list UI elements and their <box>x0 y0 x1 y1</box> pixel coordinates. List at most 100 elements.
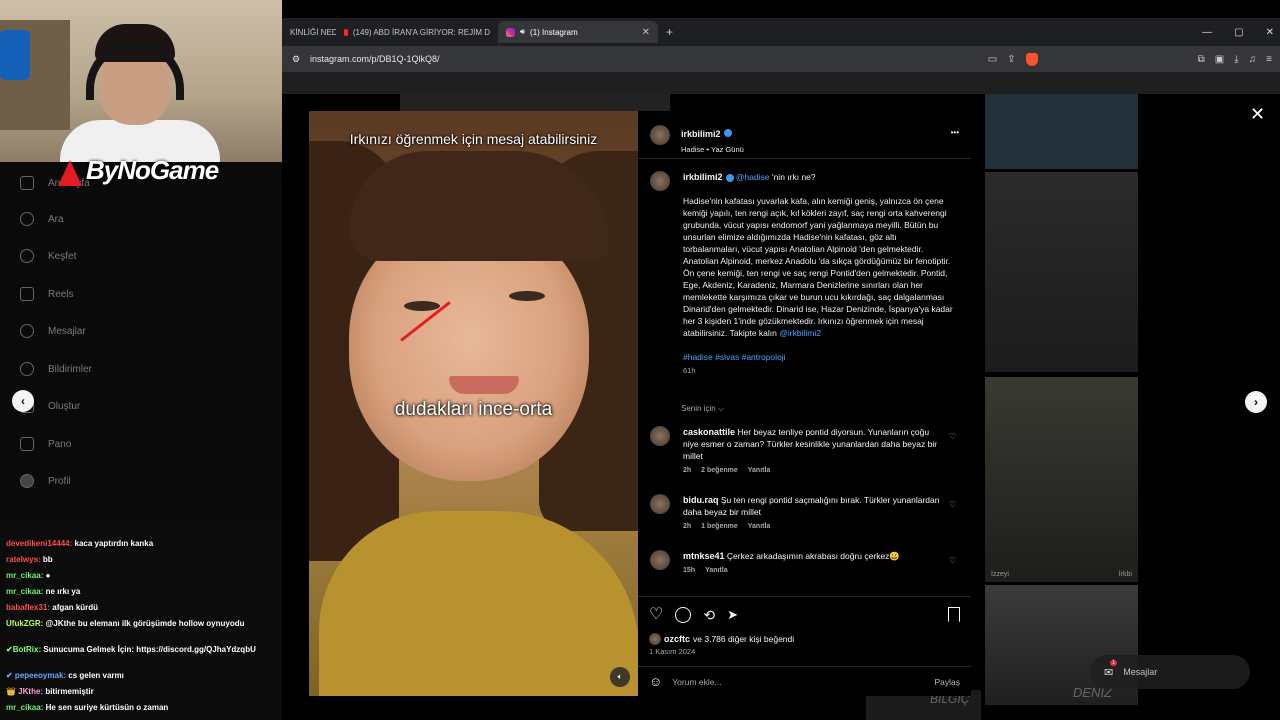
screen: İzzeyi İrkbi DENİZ BİLGİÇ Anasayfa Ara K… <box>0 0 1280 720</box>
liker-avatar <box>649 633 661 645</box>
comment-sort-dropdown[interactable]: Senin için ⌵ <box>681 404 724 414</box>
bookmarks-bar <box>282 72 1280 94</box>
caption-follow-mention[interactable]: @irkbilimi2 <box>779 328 821 338</box>
comment-icon[interactable] <box>675 607 692 623</box>
caption: irkbilimi2 @hadise 'nin ırkı ne? Hadise'… <box>683 171 955 377</box>
chat-text: cs gelen varmı <box>68 671 124 680</box>
sidebar-item-messages[interactable]: Mesajlar <box>20 324 86 338</box>
new-tab-button[interactable]: + <box>658 21 681 43</box>
music-icon[interactable]: ♫ <box>1249 54 1257 65</box>
tab-2[interactable]: (149) ABD İRAN'A GİRİYOR: REJİM D <box>336 21 498 43</box>
sidebar-item-label: Pano <box>48 438 72 450</box>
sidebar-icon[interactable]: ▣ <box>1215 54 1224 65</box>
verified-badge-icon <box>725 173 734 182</box>
post-date: 1 Kasım 2024 <box>649 647 696 656</box>
bg-tile-portrait-2[interactable]: İzzeyi İrkbi <box>985 377 1138 582</box>
author-avatar[interactable] <box>650 125 670 145</box>
brave-shield-icon[interactable] <box>1025 52 1038 66</box>
tab-instagram[interactable]: 🔊︎ (1) Instagram ✕ <box>498 21 658 43</box>
messages-badge: 1 <box>1110 659 1118 666</box>
share-icon[interactable]: ⇪ <box>1007 54 1015 65</box>
compass-icon <box>20 249 34 263</box>
address-bar[interactable]: ⚙︎ instagram.com/p/DB1Q-1QlkQ8/ ▭ ⇪ ⧉ ▣ … <box>282 46 1280 72</box>
post-comment-button[interactable]: Paylaş <box>934 677 960 687</box>
next-post-button[interactable]: › <box>1245 391 1267 413</box>
sidebar-item-label: Oluştur <box>48 400 81 412</box>
bg-tile-label: İzzeyi <box>991 571 1009 578</box>
comment-username[interactable]: mtnkse41 <box>683 551 725 561</box>
close-tab-icon[interactable]: ✕ <box>642 27 650 38</box>
caption-username[interactable]: irkbilimi2 <box>683 172 723 182</box>
download-icon[interactable]: ⤓ <box>1234 54 1238 65</box>
liked-by-user[interactable]: ozcftc <box>664 634 690 644</box>
reply-button[interactable]: Yanıtla <box>748 467 771 474</box>
comment-time: 2h <box>683 467 692 474</box>
site-settings-icon[interactable]: ⚙︎ <box>292 54 300 65</box>
audio-label[interactable]: Hadise • Yaz Günü <box>681 145 744 154</box>
search-icon <box>20 212 34 226</box>
cast-icon[interactable]: ▭ <box>988 54 997 65</box>
bg-tile-portrait-1[interactable] <box>985 172 1138 372</box>
save-bookmark-icon[interactable] <box>948 607 960 622</box>
share-send-icon[interactable]: ➤ <box>727 607 738 623</box>
comment-avatar[interactable] <box>650 550 670 570</box>
sidebar-item-label: Keşfet <box>48 250 77 262</box>
sidebar-item-search[interactable]: Ara <box>20 212 64 226</box>
menu-icon[interactable]: ≡ <box>1266 54 1272 65</box>
liked-by-count[interactable]: ve 3.786 diğer kişi beğendi <box>693 634 794 644</box>
chat-username: mr_cikaa: <box>6 587 44 596</box>
caption-avatar[interactable] <box>650 171 670 191</box>
maximize-button[interactable]: ▢ <box>1234 27 1243 38</box>
chat-username: ✔ pepeeoymak: <box>6 671 67 680</box>
close-window-button[interactable]: ✕ <box>1266 27 1274 38</box>
comment-avatar[interactable] <box>650 494 670 514</box>
chat-message: 👑 JKthe: bitirmemiştir <box>6 686 266 697</box>
tab-1[interactable]: KİNLİĞİ NEDİ <box>282 21 336 43</box>
sidebar-item-reels[interactable]: Reels <box>20 287 74 301</box>
post-side-panel: irkbilimi2 Hadise • Yaz Günü ••• irkbili… <box>638 111 971 696</box>
close-modal-icon[interactable]: ✕ <box>1250 104 1265 125</box>
extensions-icon[interactable]: ⧉ <box>1198 54 1205 65</box>
bg-tile-map[interactable] <box>985 94 1138 169</box>
reply-button[interactable]: Yanıtla <box>705 567 728 574</box>
like-heart-icon[interactable]: ♡ <box>649 607 663 623</box>
chat-text: afgan kürdü <box>52 603 99 612</box>
caption-mention[interactable]: @hadise <box>736 172 770 182</box>
comment-avatar[interactable] <box>650 426 670 446</box>
sidebar-item-explore[interactable]: Keşfet <box>20 249 76 263</box>
tab-label: (1) Instagram <box>530 27 578 37</box>
post-actions: ♡ ⟲ ➤ ozcftc ve 3.786 diğer kişi beğendi… <box>638 596 971 676</box>
like-comment-heart-icon[interactable]: ♡ <box>949 432 958 441</box>
comment-likes[interactable]: 1 beğenme <box>701 523 738 530</box>
reply-button[interactable]: Yanıtla <box>748 523 771 530</box>
comment-input[interactable]: Yorum ekle... <box>672 677 934 687</box>
author-username[interactable]: irkbilimi2 <box>681 129 721 139</box>
window-controls: — ▢ ✕ <box>1202 18 1274 46</box>
hashtags[interactable]: #hadise #sivas #antropoloji <box>683 351 955 363</box>
mute-button[interactable]: 🔈︎ <box>610 667 630 687</box>
url-text[interactable]: instagram.com/p/DB1Q-1QlkQ8/ <box>310 54 440 64</box>
more-options-button[interactable]: ••• <box>951 128 959 137</box>
sidebar-item-notifications[interactable]: Bildirimler <box>20 362 92 376</box>
chat-message: ratelwys: bb <box>6 554 266 565</box>
chat-username: UfukZGR: <box>6 619 44 628</box>
messages-pill[interactable]: ✉ 1 Mesajlar <box>1090 655 1250 689</box>
chat-username: devedikeni14444: <box>6 539 73 548</box>
previous-post-button[interactable]: ‹ <box>12 390 34 412</box>
chat-text: Sunucuma Gelmek İçin: https://discord.gg… <box>43 645 256 654</box>
post-header: irkbilimi2 Hadise • Yaz Günü ••• <box>638 111 971 159</box>
sidebar-item-profile[interactable]: Profil <box>20 474 71 488</box>
sidebar-item-label: Bildirimler <box>48 363 92 375</box>
sidebar-item-dashboard[interactable]: Pano <box>20 437 71 451</box>
repost-icon[interactable]: ⟲ <box>703 607 715 623</box>
comment-username[interactable]: caskonattile <box>683 427 735 437</box>
like-comment-heart-icon[interactable]: ♡ <box>949 556 958 565</box>
comment-likes[interactable]: 2 beğenme <box>701 467 738 474</box>
like-comment-heart-icon[interactable]: ♡ <box>949 500 958 509</box>
stream-chat: devedikeni14444: kaca yaptırdın kanka rat… <box>0 520 282 720</box>
minimize-button[interactable]: — <box>1202 27 1212 38</box>
emoji-icon[interactable]: ☺ <box>649 674 662 689</box>
chat-text: ● <box>45 571 51 580</box>
post-image[interactable]: Irkınızı öğrenmek için mesaj atabilirsin… <box>309 111 638 696</box>
comment-username[interactable]: bidu.raq <box>683 495 719 505</box>
